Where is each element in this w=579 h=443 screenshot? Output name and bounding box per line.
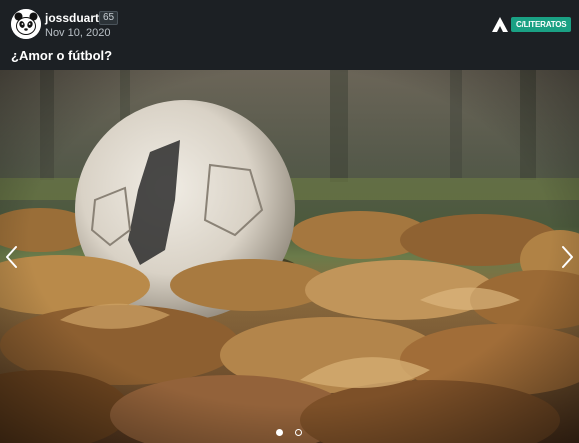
hive-logo-icon[interactable] xyxy=(492,17,508,32)
carousel-dot-2[interactable] xyxy=(295,429,302,436)
reputation-badge: 65 xyxy=(99,11,118,25)
community-badge[interactable]: C/LITERATOS xyxy=(511,17,572,32)
post-header: jossduarte 65 Nov 10, 2020 C/LITERATOS ¿… xyxy=(0,0,579,70)
post-photo[interactable] xyxy=(0,70,579,443)
post-date: Nov 10, 2020 xyxy=(45,27,111,39)
chevron-left-icon[interactable] xyxy=(3,243,21,271)
carousel-dots xyxy=(272,429,312,439)
panda-avatar-icon xyxy=(11,9,41,39)
chevron-right-icon[interactable] xyxy=(558,243,576,271)
author-avatar[interactable] xyxy=(11,9,41,39)
author-username[interactable]: jossduarte xyxy=(45,11,106,25)
carousel-dot-1[interactable] xyxy=(276,429,283,436)
post-title[interactable]: ¿Amor o fútbol? xyxy=(11,48,112,63)
